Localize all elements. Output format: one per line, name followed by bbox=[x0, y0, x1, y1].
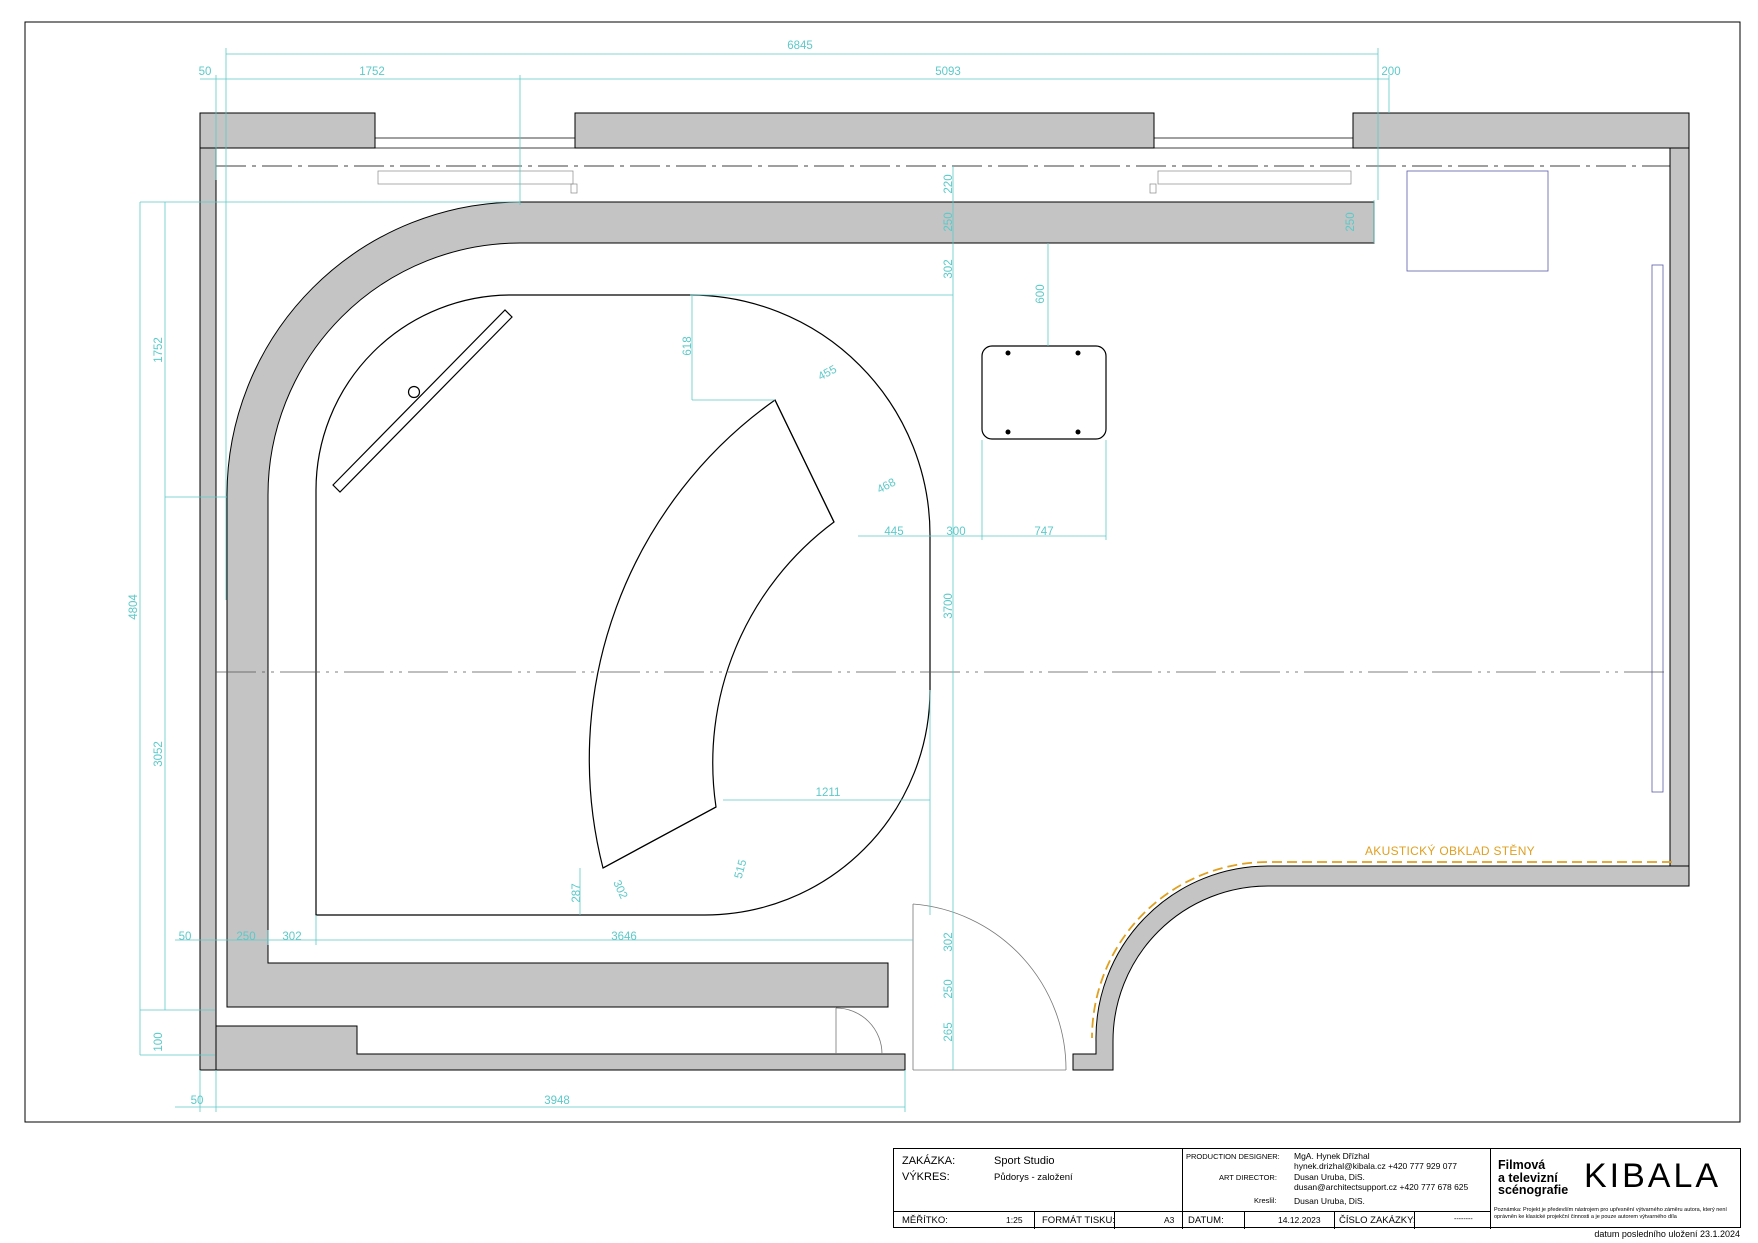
wall-top-middle bbox=[574, 112, 1155, 149]
dim-arc-468: 468 bbox=[875, 477, 898, 497]
dim-left-1752: 1752 bbox=[153, 337, 165, 363]
table-legs bbox=[1005, 350, 1081, 435]
format-label: FORMÁT TISKU: bbox=[1042, 1215, 1116, 1226]
prod-designer-contact: hynek.drizhal@kibala.cz +420 777 929 077 bbox=[1294, 1161, 1457, 1171]
kreslil-label: Kreslil: bbox=[1254, 1196, 1277, 1205]
prod-designer-name: MgA. Hynek Dřízhal bbox=[1294, 1151, 1370, 1161]
dim-1211: 1211 bbox=[816, 787, 841, 799]
dim-base-3948: 3948 bbox=[544, 1095, 570, 1107]
dim-747: 747 bbox=[1034, 526, 1053, 538]
title-block: ZAKÁZKA: Sport Studio VÝKRES: Půdorys - … bbox=[893, 1148, 1741, 1229]
vykres-label: VÝKRES: bbox=[902, 1171, 950, 1183]
zakazka-label: ZAKÁZKA: bbox=[902, 1155, 956, 1167]
screen-right bbox=[1651, 264, 1664, 793]
dim-right-265: 265 bbox=[943, 1022, 955, 1041]
kreslil-value: Dusan Uruba, DiS. bbox=[1294, 1196, 1365, 1206]
dim-top-segment-1: 1752 bbox=[359, 66, 385, 78]
dim-287: 287 bbox=[571, 883, 583, 902]
dim-base-50: 50 bbox=[191, 1095, 204, 1107]
dim-right-250: 250 bbox=[943, 979, 955, 998]
dim-left-100: 100 bbox=[153, 1032, 165, 1051]
sheet-frame bbox=[24, 21, 1741, 1123]
dim-bottom-302: 302 bbox=[282, 931, 301, 943]
dim-left-3052: 3052 bbox=[153, 741, 165, 767]
dim-3700: 3700 bbox=[943, 593, 955, 619]
meritko-label: MĚŘÍTKO: bbox=[902, 1215, 948, 1226]
walls bbox=[199, 112, 1690, 1071]
wall-bottom-right-curved bbox=[1072, 865, 1690, 1071]
dim-bottom-50: 50 bbox=[179, 931, 192, 943]
note-text: Poznámka: Projekt je především nástrojem… bbox=[1494, 1207, 1727, 1220]
table bbox=[981, 345, 1107, 440]
radiators bbox=[377, 170, 1352, 194]
dim-arc-455: 455 bbox=[816, 364, 839, 384]
dim-515: 515 bbox=[733, 858, 750, 880]
dim-right-302: 302 bbox=[943, 932, 955, 951]
vykres-value: Půdorys - založení bbox=[994, 1172, 1073, 1183]
dim-bottom-250: 250 bbox=[236, 931, 255, 943]
floor-plan-drawing: 6845 50 1752 5093 200 220 250 250 302 60… bbox=[24, 21, 1741, 1123]
zakazka-value: Sport Studio bbox=[994, 1155, 1055, 1167]
wall-right-outer bbox=[1669, 147, 1690, 887]
acoustic-cladding-label: AKUSTICKÝ OBKLAD STĚNY bbox=[1365, 843, 1535, 858]
dim-302-small: 302 bbox=[610, 879, 629, 901]
datum-label: DATUM: bbox=[1188, 1215, 1224, 1226]
dim-wall-220: 220 bbox=[943, 174, 955, 193]
dim-top-right: 200 bbox=[1381, 66, 1400, 78]
dim-top-left: 50 bbox=[199, 66, 212, 78]
dim-top-segment-2: 5093 bbox=[935, 66, 961, 78]
panel-marker bbox=[407, 385, 421, 399]
dim-445: 445 bbox=[884, 526, 903, 538]
art-director-label: ART DIRECTOR: bbox=[1219, 1173, 1277, 1182]
art-director-contact: dusan@architectsupport.cz +420 777 678 6… bbox=[1294, 1182, 1469, 1192]
art-director-name: Dusan Uruba, DiS. bbox=[1294, 1172, 1365, 1182]
acoustic-cladding-line bbox=[1091, 861, 1672, 1039]
format-value: A3 bbox=[1164, 1215, 1175, 1225]
wall-top-right bbox=[1352, 112, 1690, 149]
dim-wall-250-b: 250 bbox=[1345, 212, 1357, 231]
prod-designer-label: PRODUCTION DESIGNER: bbox=[1186, 1152, 1280, 1161]
dim-overall-width: 6845 bbox=[787, 40, 813, 52]
dim-gap-600: 600 bbox=[1035, 284, 1047, 303]
cislo-label: ČÍSLO ZAKÁZKY: bbox=[1339, 1215, 1416, 1226]
wall-bottom bbox=[200, 1025, 906, 1071]
dim-bottom-3646: 3646 bbox=[611, 931, 637, 943]
display-panel bbox=[332, 309, 513, 493]
save-date: datum posledního uložení 23.1.2024 bbox=[1594, 1229, 1740, 1239]
curved-desk bbox=[588, 399, 835, 869]
cislo-value: -------- bbox=[1454, 1216, 1473, 1223]
dim-300: 300 bbox=[946, 526, 965, 538]
meritko-value: 1:25 bbox=[1006, 1215, 1023, 1225]
dimension-texts: 6845 50 1752 5093 200 220 250 250 302 60… bbox=[128, 40, 1401, 1107]
dim-arc-618: 618 bbox=[682, 336, 694, 355]
kibala-logo: KIBALA bbox=[1584, 1157, 1722, 1195]
dim-left-4804: 4804 bbox=[128, 594, 140, 620]
dim-gap-302-top: 302 bbox=[943, 259, 955, 278]
dim-wall-250-a: 250 bbox=[943, 212, 955, 231]
wall-left-outer bbox=[199, 147, 217, 1071]
cabinet-top-right bbox=[1406, 170, 1549, 272]
datum-value: 14.12.2023 bbox=[1278, 1215, 1321, 1225]
stage-platform bbox=[315, 294, 931, 916]
brand-text: Filmová a televizní scénografie bbox=[1498, 1158, 1569, 1197]
set-floor-outline bbox=[315, 294, 1107, 916]
